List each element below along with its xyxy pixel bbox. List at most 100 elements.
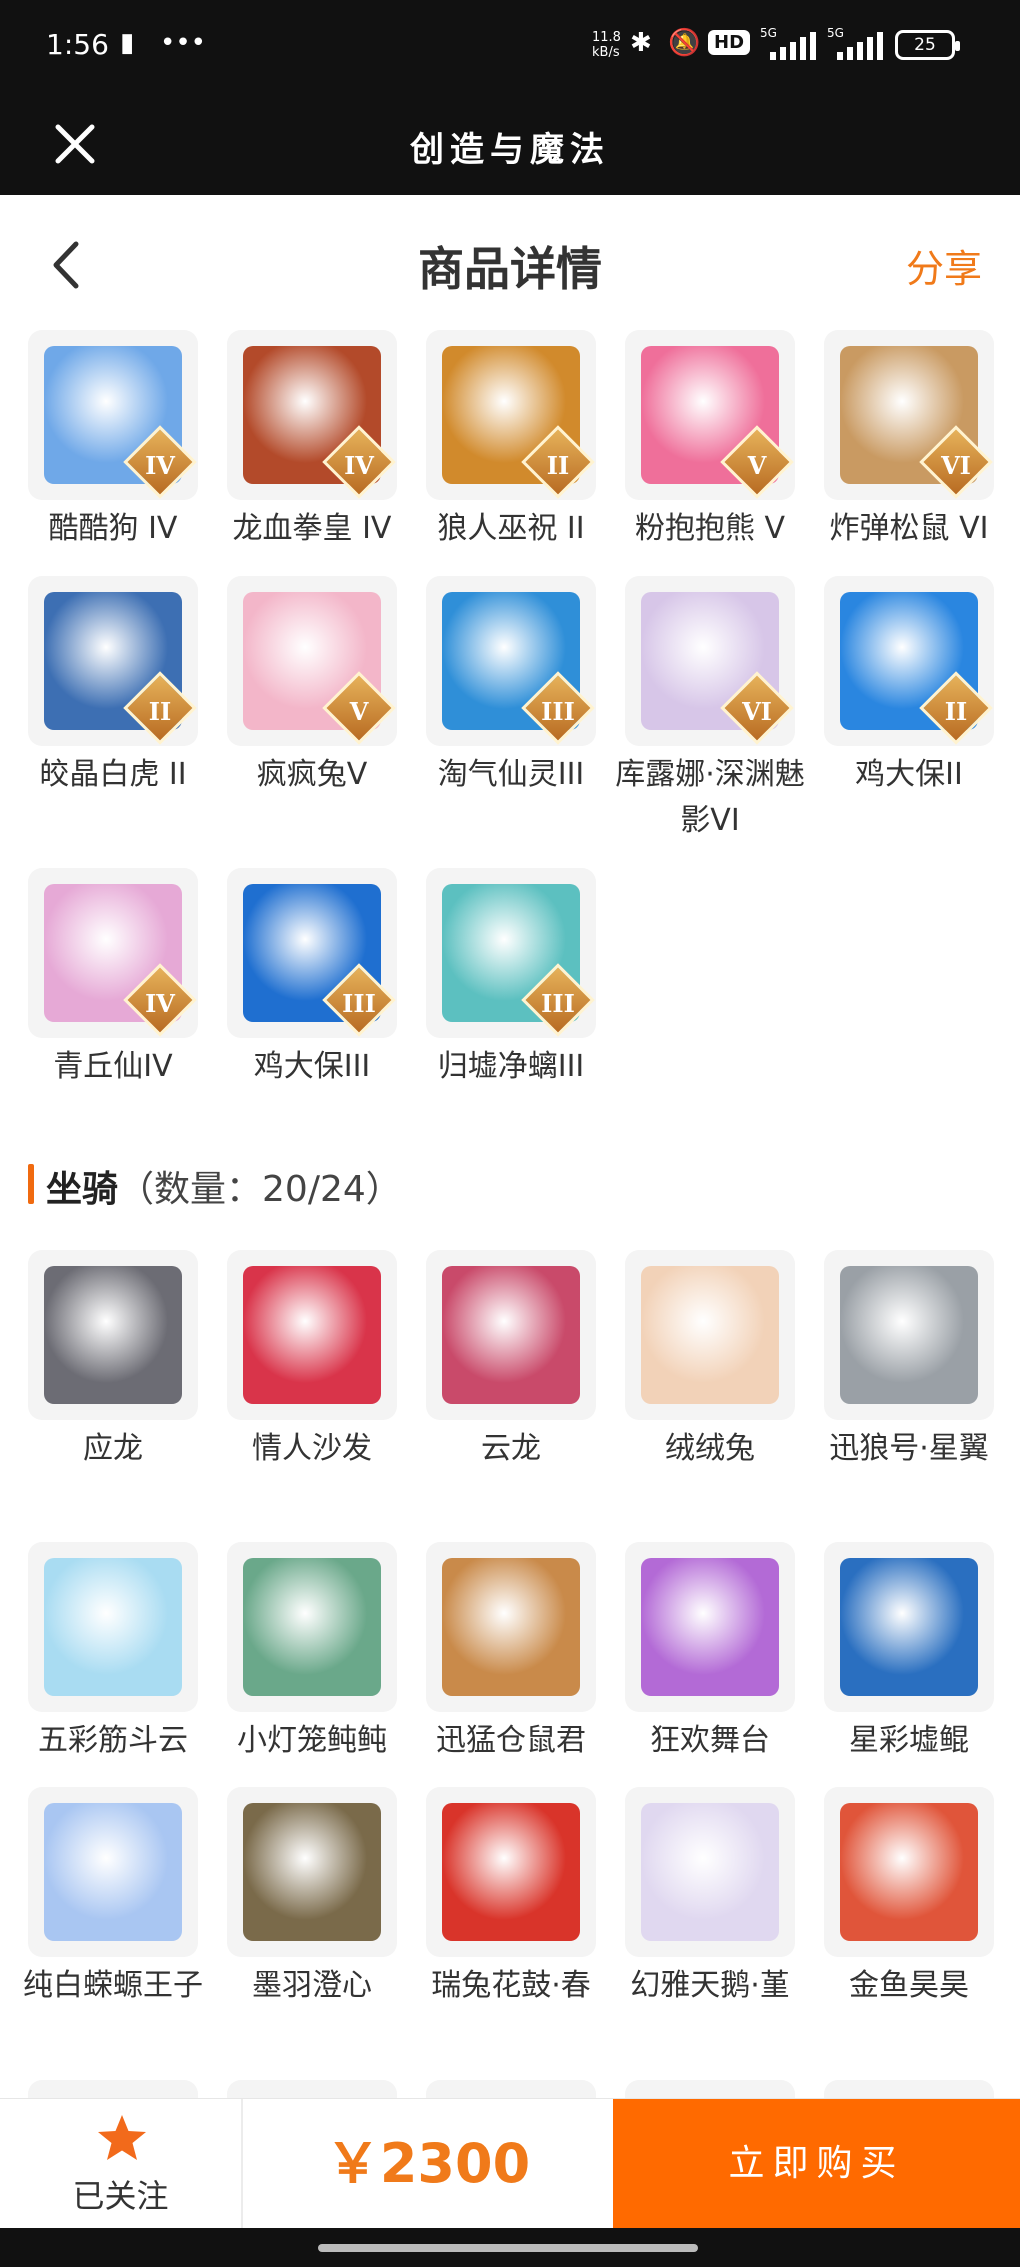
list-item[interactable]: 迅猛仓鼠君 xyxy=(426,1542,596,1764)
item-thumbnail xyxy=(625,1250,795,1420)
item-name: 小灯笼鲀鲀 xyxy=(237,1723,387,1758)
item-name: 鸡大保II xyxy=(855,757,963,792)
item-name: 龙血拳皇 IV xyxy=(232,511,392,546)
item-name: 狼人巫祝 II xyxy=(437,511,585,546)
home-indicator[interactable] xyxy=(318,2244,698,2252)
item-thumbnail xyxy=(824,1542,994,1712)
list-item[interactable]: 云龙 xyxy=(426,1250,596,1472)
section-count: （数量：20/24） xyxy=(118,1169,402,1210)
item-name: 粉抱抱熊 V xyxy=(634,511,786,546)
list-item[interactable]: 金鱼昊昊 xyxy=(824,1787,994,2009)
item-thumbnail xyxy=(824,1787,994,1957)
item-thumbnail xyxy=(28,1542,198,1712)
item-name: 瑞兔花鼓·春 xyxy=(431,1968,591,2003)
net-speed: 11.8 kB/s xyxy=(592,30,621,60)
item-thumbnail xyxy=(28,1250,198,1420)
list-item[interactable]: II 狼人巫祝 II xyxy=(426,330,596,552)
rank-badge-label: V xyxy=(747,451,767,480)
star-icon xyxy=(98,2115,146,2160)
bottom-action-bar: 已关注 ￥2300 立即购买 xyxy=(0,2098,1020,2229)
item-name: 绒绒兔 xyxy=(665,1431,755,1466)
list-item[interactable]: III 淘气仙灵III xyxy=(426,576,596,798)
signal-icon-2 xyxy=(837,30,883,60)
app-title-bar: 创造与魔法 xyxy=(0,92,1020,195)
list-item[interactable]: VI 炸弹松鼠 VI xyxy=(824,330,994,552)
list-item[interactable]: VI 库露娜·深渊魅影VI xyxy=(615,576,805,844)
item-thumbnail: IV xyxy=(227,330,397,500)
battery-icon: 25 xyxy=(895,30,960,60)
list-item[interactable]: III 归墟净螭III xyxy=(426,868,596,1090)
page-title: 商品详情 xyxy=(418,242,602,296)
item-thumbnail: II xyxy=(426,330,596,500)
item-thumbnail xyxy=(426,1787,596,1957)
page-header: 商品详情 分享 xyxy=(0,195,1020,330)
list-item[interactable]: II 鸡大保II xyxy=(824,576,994,798)
list-item[interactable]: 纯白蝾螈王子 xyxy=(23,1787,203,2009)
item-thumbnail: III xyxy=(227,868,397,1038)
item-thumbnail: III xyxy=(426,868,596,1038)
list-item[interactable]: 情人沙发 xyxy=(227,1250,397,1472)
list-item[interactable]: IV 龙血拳皇 IV xyxy=(227,330,397,552)
item-thumbnail xyxy=(28,1787,198,1957)
list-item[interactable]: 小灯笼鲀鲀 xyxy=(227,1542,397,1764)
item-name: 青丘仙IV xyxy=(53,1049,173,1084)
item-image xyxy=(641,1266,779,1404)
list-item-peek xyxy=(824,2080,994,2100)
item-thumbnail xyxy=(227,1787,397,1957)
list-item[interactable]: V 疯疯兔V xyxy=(227,576,397,798)
item-thumbnail: VI xyxy=(625,576,795,746)
list-item-peek xyxy=(426,2080,596,2100)
rank-badge-label: IV xyxy=(145,451,175,480)
item-name: 情人沙发 xyxy=(252,1431,372,1466)
item-name: 纯白蝾螈王子 xyxy=(23,1968,203,2003)
item-image xyxy=(44,1558,182,1696)
list-item[interactable]: III 鸡大保III xyxy=(227,868,397,1090)
list-item[interactable]: II 皎晶白虎 II xyxy=(28,576,198,798)
hd-icon: HD xyxy=(708,30,751,55)
list-item[interactable]: 绒绒兔 xyxy=(625,1250,795,1472)
item-image xyxy=(840,1266,978,1404)
list-item[interactable]: 五彩筋斗云 xyxy=(28,1542,198,1764)
item-thumbnail: V xyxy=(227,576,397,746)
rank-badge-label: II xyxy=(148,697,172,726)
list-item[interactable]: IV 酷酷狗 IV xyxy=(28,330,198,552)
list-item[interactable]: 瑞兔花鼓·春 xyxy=(426,1787,596,2009)
list-item[interactable]: 迅狼号·星翼 xyxy=(824,1250,994,1472)
mute-icon: 🔕 xyxy=(668,28,701,58)
list-item[interactable]: 幻雅天鹅·堇 xyxy=(625,1787,795,2009)
list-item[interactable]: 应龙 xyxy=(28,1250,198,1472)
follow-label: 已关注 xyxy=(72,2177,169,2215)
status-time: 1:56 xyxy=(46,28,109,61)
rank-badge-label: IV xyxy=(145,989,175,1018)
rank-badge-label: III xyxy=(342,989,376,1018)
follow-button[interactable]: 已关注 xyxy=(0,2099,243,2229)
more-icon: ••• xyxy=(160,28,207,58)
item-image xyxy=(243,1558,381,1696)
item-thumbnail: II xyxy=(824,576,994,746)
item-image xyxy=(442,1558,580,1696)
item-thumbnail xyxy=(625,1787,795,1957)
notification-icon: ▮ xyxy=(120,28,135,58)
item-thumbnail: II xyxy=(28,576,198,746)
list-item[interactable]: IV 青丘仙IV xyxy=(28,868,198,1090)
item-thumbnail: V xyxy=(625,330,795,500)
item-image xyxy=(840,1803,978,1941)
item-name: 酷酷狗 IV xyxy=(48,511,178,546)
system-nav-bar xyxy=(0,2228,1020,2267)
item-name: 墨羽澄心 xyxy=(252,1968,372,2003)
rank-badge-label: VI xyxy=(742,697,772,726)
share-button[interactable]: 分享 xyxy=(906,238,982,293)
item-thumbnail: IV xyxy=(28,330,198,500)
list-item[interactable]: V 粉抱抱熊 V xyxy=(625,330,795,552)
buy-now-button[interactable]: 立即购买 xyxy=(613,2099,1020,2229)
list-item[interactable]: 星彩墟鲲 xyxy=(824,1542,994,1764)
list-item[interactable]: 墨羽澄心 xyxy=(227,1787,397,2009)
list-item[interactable]: 狂欢舞台 xyxy=(625,1542,795,1764)
item-name: 归墟净螭III xyxy=(437,1049,585,1084)
item-name: 五彩筋斗云 xyxy=(38,1723,188,1758)
item-name: 星彩墟鲲 xyxy=(849,1723,969,1758)
item-name: 云龙 xyxy=(481,1431,541,1466)
item-name: 库露娜·深渊魅影VI xyxy=(615,757,805,838)
section-accent-bar xyxy=(28,1164,34,1204)
item-image xyxy=(442,1266,580,1404)
